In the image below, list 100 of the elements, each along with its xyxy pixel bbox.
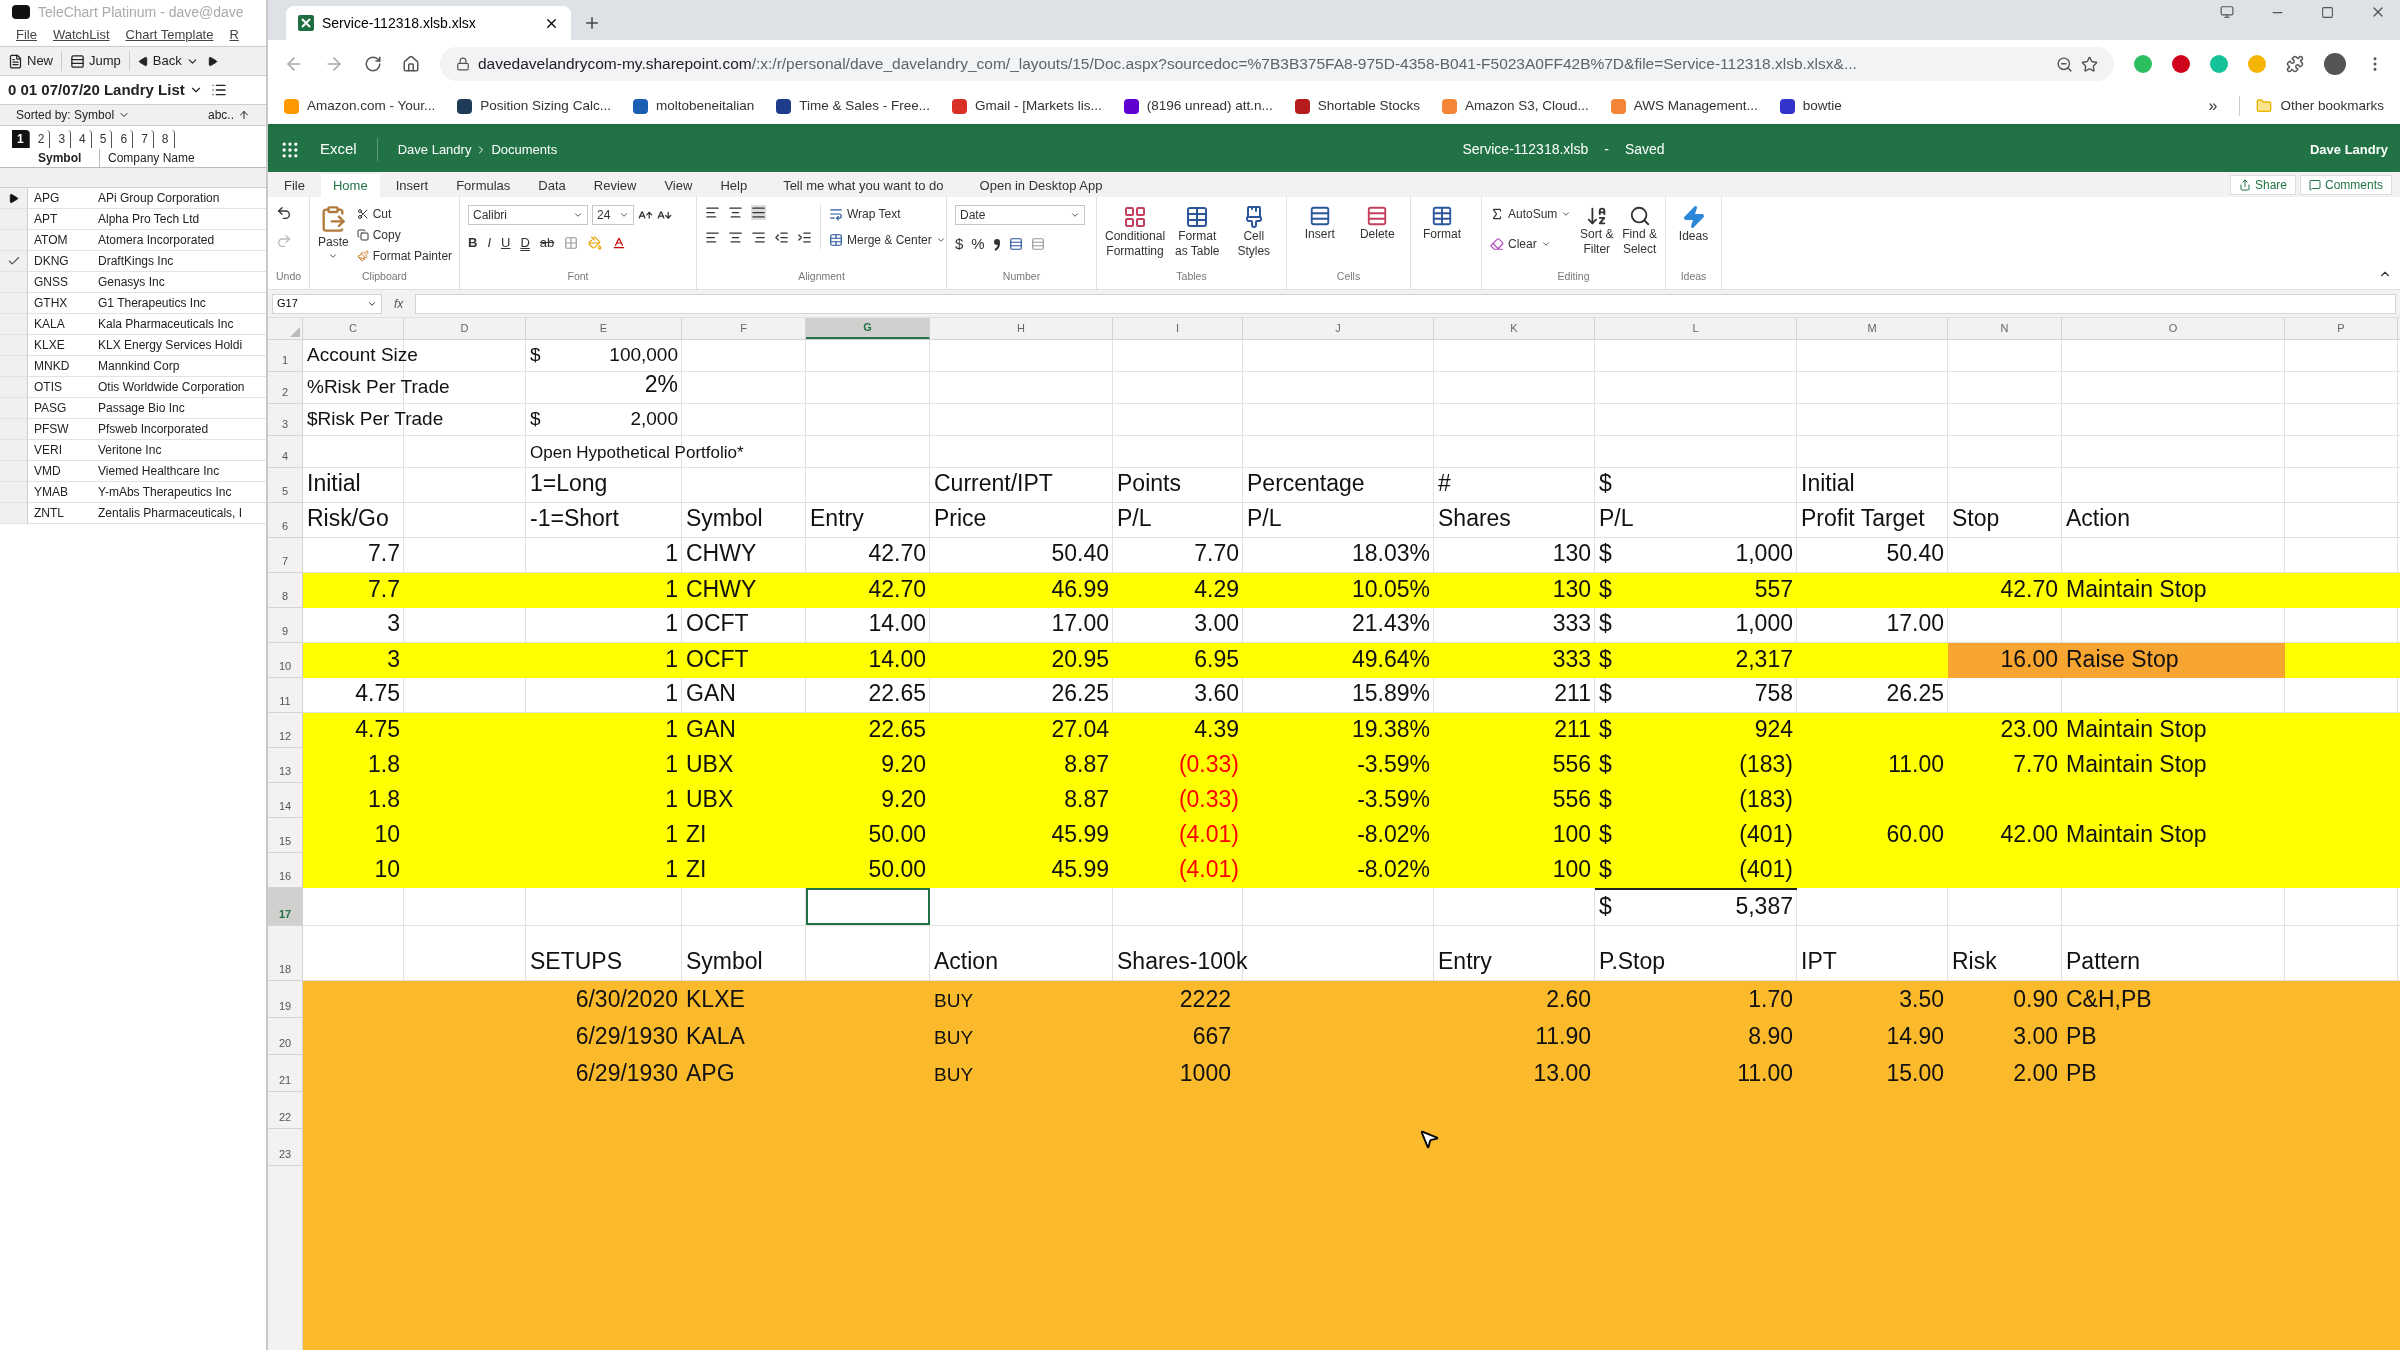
row-header[interactable]: 5 [268,468,303,503]
company-cell[interactable]: Mannkind Corp [98,357,180,375]
menu-item[interactable]: File [16,25,37,45]
clear-button[interactable]: Clear [1490,235,1572,253]
company-cell[interactable]: Zentalis Pharmaceuticals, I [98,504,243,522]
list-tab[interactable]: 6 [115,130,134,148]
currency-button[interactable]: $ [955,233,964,256]
company-cell[interactable]: KLX Energy Services Holdi [98,336,243,354]
forward-triangle-icon[interactable] [206,55,218,67]
bookmark-link[interactable]: (8196 unread) att.n... [1146,95,1273,117]
row-header[interactable]: 2 [268,372,303,404]
jump-button[interactable]: Jump [61,51,121,71]
format-painter-button[interactable]: Format Painter [356,247,453,265]
list-tab[interactable]: 1 [12,130,30,148]
company-cell[interactable]: DraftKings Inc [98,252,174,270]
symbol-cell[interactable]: PFSW [34,420,98,438]
paste-button[interactable]: Paste [318,205,349,261]
bookmark-link[interactable]: moltobeneitalian [655,95,755,117]
row-header[interactable]: 18 [268,926,303,981]
address-bar[interactable]: davedavelandrycom-my.sharepoint.com/:x:/r/personal/dave_davelandry_com/_layouts/15/Doc.aspx?sourcedoc=%7B3B375FA8-975D-4358-B041-F5023A0FF42B%7D&file=Service-112318.xlsb.xlsx&... [440,47,2114,81]
row-header[interactable]: 14 [268,783,303,818]
watchlist-title[interactable]: 0 01 07/07/20 Landry List [8,78,185,102]
bookmark-link[interactable]: AWS Management... [1633,95,1758,117]
align-left-icon[interactable] [705,230,720,245]
symbol-cell[interactable]: APT [34,210,98,228]
bold-button[interactable]: B [468,233,478,253]
cell-styles-button[interactable]: Cell Styles [1229,205,1278,259]
row-header[interactable]: 7 [268,538,303,573]
bookmark-link[interactable]: Gmail - [Markets lis... [975,95,1102,117]
sort-label[interactable]: Sorted by: Symbol [16,106,115,124]
app-name[interactable]: Excel [320,138,378,161]
avatar-icon[interactable] [2324,53,2346,75]
company-cell[interactable]: Genasys Inc [98,273,165,291]
format-button[interactable]: Format [1411,205,1473,242]
font-color-icon[interactable] [612,235,627,250]
star-icon[interactable] [2081,55,2098,73]
user-name[interactable]: Dave Landry [2309,139,2388,160]
row-selector[interactable] [0,188,28,208]
formula-field[interactable] [415,293,2396,314]
comments-button[interactable]: Comments [2300,175,2392,195]
menu-item[interactable]: Chart Template [125,25,214,45]
font-family-dropdown[interactable]: Calibri [468,205,588,225]
column-header[interactable]: P [2285,318,2398,339]
sort-filter-button[interactable]: Sort & Filter [1579,205,1615,257]
number-format-dropdown[interactable]: Date [955,205,1085,225]
undo-icon[interactable] [276,205,292,221]
name-box[interactable]: G17 [272,293,382,314]
breadcrumb-link[interactable]: Documents [491,139,558,160]
more-bookmarks-button[interactable]: » [2208,94,2218,118]
symbol-cell[interactable]: MNKD [34,357,98,375]
format-as-table-button[interactable]: Format as Table [1173,205,1222,259]
conditional-formatting-button[interactable]: Conditional Formatting [1105,205,1166,259]
symbol-cell[interactable]: DKNG [34,252,98,270]
company-cell[interactable]: Viemed Healthcare Inc [98,462,220,480]
browser-tab[interactable]: Service-112318.xlsb.xlsx [286,6,571,40]
double-underline-button[interactable]: D [520,233,530,253]
row-header[interactable]: 8 [268,573,303,608]
ideas-button[interactable]: Ideas [1674,205,1713,244]
symbol-cell[interactable]: VMD [34,462,98,480]
ribbon-tab[interactable]: Data [526,174,578,197]
italic-button[interactable]: I [487,233,491,253]
company-cell[interactable]: Pfsweb Incorporated [98,420,209,438]
row-header[interactable]: 20 [268,1018,303,1055]
company-cell[interactable]: Veritone Inc [98,441,162,459]
company-cell[interactable]: APi Group Corporation [98,189,220,207]
row-header[interactable]: 3 [268,404,303,436]
file-name[interactable]: Service-112318.xlsb [1462,139,1589,160]
insert-button[interactable]: Insert [1295,205,1345,242]
bookmark-link[interactable]: Shortable Stocks [1317,95,1420,117]
list-tab[interactable]: 8 [156,130,175,148]
row-header[interactable]: 1 [268,340,303,372]
row-header[interactable]: 9 [268,608,303,643]
bookmark-link[interactable]: Other bookmarks [2280,95,2384,117]
zoom-out-icon[interactable] [2056,55,2073,73]
list-tab[interactable]: 4 [74,130,92,148]
bookmark-link[interactable]: Position Sizing Calc... [480,95,611,117]
ribbon-tab[interactable]: Review [581,174,649,197]
company-cell[interactable]: Atomera Incorporated [98,231,215,249]
ribbon-tab[interactable]: Formulas [444,174,523,197]
row-header[interactable]: 6 [268,503,303,538]
symbol-cell[interactable]: ZNTL [34,504,98,522]
new-button[interactable]: New [8,51,53,71]
ribbon-tab[interactable]: View [652,174,705,197]
row-header[interactable]: 16 [268,853,303,888]
extension-icon[interactable] [2172,55,2190,73]
row-header[interactable]: 10 [268,643,303,678]
breadcrumb-link[interactable]: Dave Landry [397,139,472,160]
row-header[interactable]: 17 [268,888,303,926]
open-desktop-link[interactable]: Open in Desktop App [967,174,1115,197]
autosum-button[interactable]: AutoSum [1490,205,1572,223]
column-header[interactable]: J [1243,318,1434,339]
cut-button[interactable]: Cut [356,205,453,223]
column-header[interactable]: E [526,318,682,339]
menu-item[interactable]: WatchList [52,25,110,45]
column-header[interactable]: G [806,318,930,339]
row-header[interactable]: 15 [268,818,303,853]
cell-cursor[interactable] [806,888,930,925]
fill-color-icon[interactable] [588,235,603,250]
company-cell[interactable]: Kala Pharmaceuticals Inc [98,315,234,333]
column-header[interactable]: M [1797,318,1948,339]
